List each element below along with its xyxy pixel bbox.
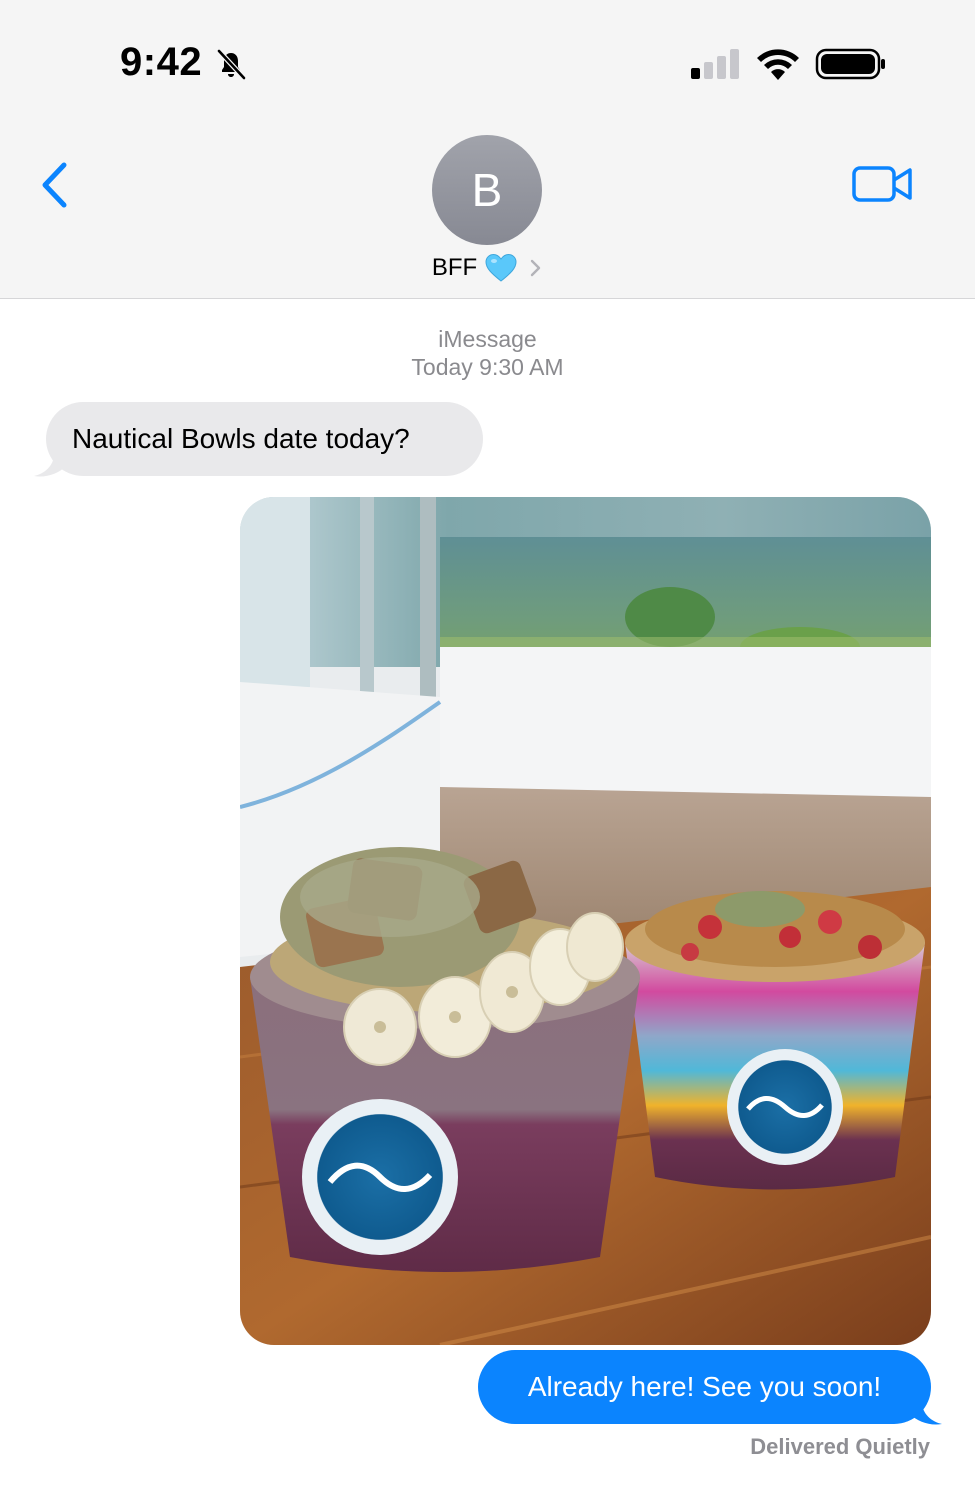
received-message-bubble[interactable]: Nautical Bowls date today? — [46, 402, 483, 476]
contact-name: BFF — [431, 254, 478, 281]
message-text: Nautical Bowls date today? — [72, 423, 410, 454]
battery-icon — [815, 48, 885, 80]
facetime-video-button[interactable] — [848, 160, 918, 208]
photo-message[interactable] — [240, 497, 931, 1345]
cellular-signal-icon — [691, 49, 739, 79]
status-time: 9:42 — [120, 40, 203, 84]
acai-bowls-photo — [240, 497, 931, 1345]
message-timestamp: Today 9:30 AM — [411, 354, 564, 380]
contact-name-button[interactable]: BFF — [0, 250, 975, 286]
light-blue-heart-icon — [485, 253, 517, 282]
delivery-status: Delivered Quietly — [750, 1434, 930, 1459]
conversation-header: 9:42 B BFF — [0, 0, 975, 299]
video-camera-icon — [852, 166, 912, 202]
wifi-icon — [757, 49, 799, 80]
service-label: iMessage — [438, 326, 537, 352]
contact-avatar[interactable]: B — [432, 135, 542, 245]
back-button[interactable] — [26, 155, 82, 215]
chevron-right-icon — [530, 259, 541, 277]
message-text: Already here! See you soon! — [527, 1371, 882, 1402]
bell-slash-icon — [217, 49, 246, 80]
chevron-left-icon — [42, 162, 67, 208]
sent-message-bubble[interactable]: Already here! See you soon! — [478, 1350, 931, 1424]
